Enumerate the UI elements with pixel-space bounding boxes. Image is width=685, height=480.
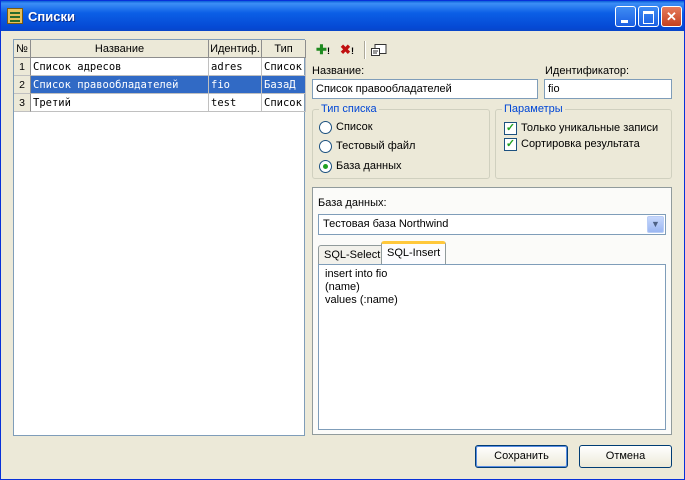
row-type[interactable]: БазаД xyxy=(262,76,306,94)
row-id[interactable]: test xyxy=(209,94,262,112)
chevron-down-icon[interactable]: ▼ xyxy=(647,216,664,233)
radio-icon[interactable] xyxy=(319,120,332,134)
database-panel: База данных: Тестовая база Northwind ▼ S… xyxy=(312,187,672,435)
lists-window: Списки ✕ № Название Идентиф. Тип 1 Списо… xyxy=(0,0,685,480)
row-type[interactable]: Список xyxy=(262,58,306,76)
tab-sql-select[interactable]: SQL-Select xyxy=(318,245,387,264)
table-row[interactable]: 3 Третий test Список xyxy=(14,94,306,112)
table-row-selected[interactable]: 2 Список правообладателей fio БазаД xyxy=(14,76,306,94)
radio-database[interactable]: База данных xyxy=(319,159,402,175)
radio-test-file[interactable]: Тестовый файл xyxy=(319,139,415,155)
save-button[interactable]: Сохранить xyxy=(475,445,568,468)
column-header-id[interactable]: Идентиф. xyxy=(209,40,262,58)
add-list-button[interactable]: ✚! xyxy=(312,39,334,61)
radio-label: Тестовый файл xyxy=(336,140,416,152)
row-id[interactable]: adres xyxy=(209,58,262,76)
row-type[interactable]: Список xyxy=(262,94,306,112)
lists-table[interactable]: № Название Идентиф. Тип 1 Список адресов… xyxy=(13,39,306,436)
radio-label: Список xyxy=(336,121,373,133)
sql-line: (name) xyxy=(325,281,360,293)
checkmark-icon[interactable]: ✓ xyxy=(504,137,517,151)
toolbar-separator xyxy=(364,41,366,59)
sql-line: insert into fio xyxy=(325,268,388,280)
row-number: 3 xyxy=(14,94,31,112)
preview-icon[interactable] xyxy=(368,39,390,61)
name-input[interactable]: Список правообладателей xyxy=(312,79,538,99)
sql-editor[interactable]: insert into fio (name) values (:name) xyxy=(318,264,666,430)
unique-records-checkbox[interactable]: ✓ Только уникальные записи xyxy=(504,121,658,137)
params-title: Параметры xyxy=(502,103,565,115)
checkbox-label: Только уникальные записи xyxy=(521,122,659,134)
minimize-button[interactable] xyxy=(615,6,636,27)
sql-line: values (:name) xyxy=(325,294,398,306)
maximize-button[interactable] xyxy=(638,6,659,27)
window-title: Списки xyxy=(28,9,75,24)
identifier-input[interactable]: fio xyxy=(544,79,672,99)
title-bar[interactable]: Списки ✕ xyxy=(1,1,684,31)
row-id[interactable]: fio xyxy=(209,76,262,94)
column-header-name[interactable]: Название xyxy=(31,40,209,58)
row-number: 2 xyxy=(14,76,31,94)
radio-selected-icon[interactable] xyxy=(319,159,332,173)
identifier-label: Идентификатор: xyxy=(545,65,630,77)
radio-label: База данных xyxy=(336,160,402,172)
checkbox-label: Сортировка результата xyxy=(521,138,640,150)
delete-list-button[interactable]: ✖! xyxy=(336,39,358,61)
list-type-group: Тип списка Список Тестовый файл База дан… xyxy=(312,103,490,179)
params-group: Параметры ✓ Только уникальные записи ✓ Сор… xyxy=(495,103,672,179)
database-selected-value: Тестовая база Northwind xyxy=(323,218,449,230)
radio-list[interactable]: Список xyxy=(319,120,373,136)
radio-icon[interactable] xyxy=(319,139,332,153)
cancel-button[interactable]: Отмена xyxy=(579,445,672,468)
list-type-title: Тип списка xyxy=(319,103,379,115)
row-number: 1 xyxy=(14,58,31,76)
close-button[interactable]: ✕ xyxy=(661,6,682,27)
list-app-icon xyxy=(7,8,23,24)
checkmark-icon[interactable]: ✓ xyxy=(504,121,517,135)
table-header: № Название Идентиф. Тип xyxy=(14,40,306,58)
row-name[interactable]: Третий xyxy=(31,94,209,112)
database-select[interactable]: Тестовая база Northwind ▼ xyxy=(318,214,666,235)
row-name[interactable]: Список правообладателей xyxy=(31,76,209,94)
sort-results-checkbox[interactable]: ✓ Сортировка результата xyxy=(504,137,640,153)
row-name[interactable]: Список адресов xyxy=(31,58,209,76)
tab-sql-insert[interactable]: SQL-Insert xyxy=(381,241,447,264)
column-header-num[interactable]: № xyxy=(14,40,31,58)
database-label: База данных: xyxy=(318,197,387,209)
table-row[interactable]: 1 Список адресов adres Список xyxy=(14,58,306,76)
name-label: Название: xyxy=(312,65,365,77)
column-header-type[interactable]: Тип xyxy=(262,40,306,58)
